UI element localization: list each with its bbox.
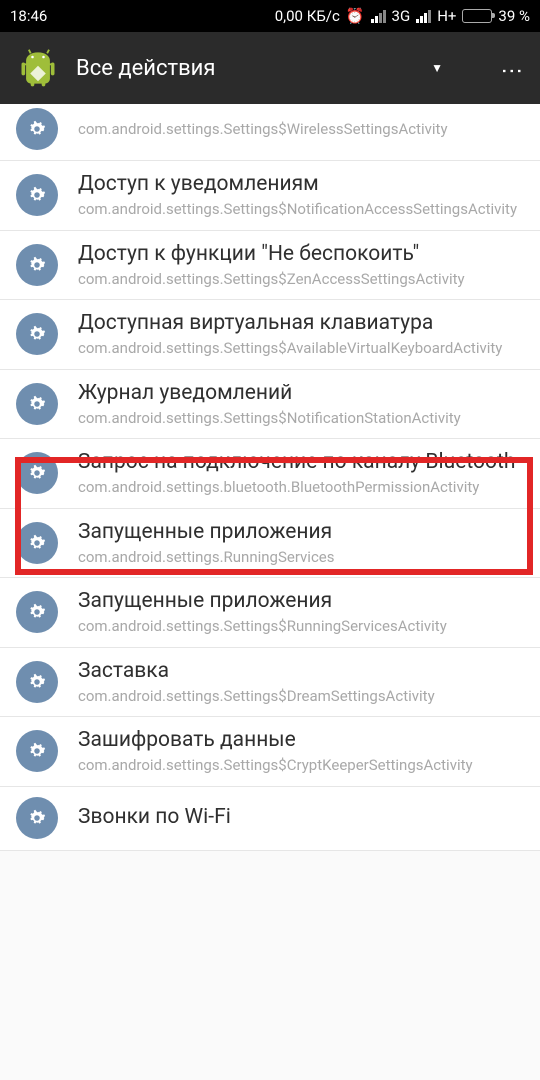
alarm-icon: ⏰ [346, 7, 365, 25]
list-item[interactable]: com.android.settings.Settings$WirelessSe… [0, 104, 540, 161]
item-text: Журнал уведомленийcom.android.settings.S… [78, 380, 524, 429]
signal-icon [416, 9, 431, 23]
list-item[interactable]: Зашифровать данныеcom.android.settings.S… [0, 717, 540, 787]
item-subtitle: com.android.settings.bluetooth.Bluetooth… [78, 477, 524, 497]
item-text: Доступ к функции "Не беспокоить"com.andr… [78, 241, 524, 290]
gear-icon [16, 108, 58, 150]
item-subtitle: com.android.settings.Settings$CryptKeepe… [78, 755, 524, 775]
overflow-menu-icon[interactable]: ⋮ [499, 60, 524, 77]
gear-icon [16, 244, 58, 286]
status-right: 0,00 КБ/с ⏰ 3G H+ 39 % [275, 7, 530, 25]
item-title: Доступная виртуальная клавиатура [78, 310, 524, 336]
gear-icon [16, 174, 58, 216]
list-item[interactable]: Запущенные приложенияcom.android.setting… [0, 509, 540, 579]
item-title: Заставка [78, 658, 524, 684]
item-subtitle: com.android.settings.Settings$WirelessSe… [78, 119, 524, 139]
status-bar: 18:46 0,00 КБ/с ⏰ 3G H+ 39 % [0, 0, 540, 32]
activities-list[interactable]: com.android.settings.Settings$WirelessSe… [0, 104, 540, 851]
item-title: Журнал уведомлений [78, 380, 524, 406]
item-text: Запущенные приложенияcom.android.setting… [78, 588, 524, 637]
dropdown-arrow-icon[interactable]: ▼ [431, 61, 443, 75]
item-title: Зашифровать данные [78, 727, 524, 753]
item-text: Доступная виртуальная клавиатураcom.andr… [78, 310, 524, 359]
item-text: Запрос на подключение по каналу Bluetoot… [78, 449, 524, 498]
list-item[interactable]: Доступная виртуальная клавиатураcom.andr… [0, 300, 540, 370]
list-item[interactable]: Заставкаcom.android.settings.Settings$Dr… [0, 648, 540, 718]
status-time: 18:46 [10, 7, 47, 25]
item-subtitle: com.android.settings.Settings$Notificati… [78, 408, 524, 428]
signal-icon [371, 9, 386, 23]
item-subtitle: com.android.settings.Settings$Notificati… [78, 199, 524, 219]
list-item[interactable]: Звонки по Wi-Fi [0, 787, 540, 851]
list-item[interactable]: Запущенные приложенияcom.android.setting… [0, 578, 540, 648]
list-item[interactable]: Доступ к уведомлениямcom.android.setting… [0, 161, 540, 231]
item-text: Зашифровать данныеcom.android.settings.S… [78, 727, 524, 776]
battery-level: 39 % [498, 7, 530, 25]
item-text: Звонки по Wi-Fi [78, 804, 524, 832]
gear-icon [16, 591, 58, 633]
item-subtitle: com.android.settings.Settings$ZenAccessS… [78, 269, 524, 289]
app-title-dropdown[interactable]: Все действия [76, 56, 415, 81]
gear-icon [16, 661, 58, 703]
list-item[interactable]: Журнал уведомленийcom.android.settings.S… [0, 370, 540, 440]
gear-icon [16, 730, 58, 772]
item-subtitle: com.android.settings.Settings$RunningSer… [78, 616, 524, 636]
gear-icon [16, 522, 58, 564]
android-robot-icon [16, 46, 60, 90]
item-text: com.android.settings.Settings$WirelessSe… [78, 119, 524, 139]
item-subtitle: com.android.settings.RunningServices [78, 547, 524, 567]
item-title: Запущенные приложения [78, 588, 524, 614]
item-subtitle: com.android.settings.Settings$AvailableV… [78, 338, 524, 358]
battery-icon [462, 9, 492, 23]
network-2: H+ [437, 7, 456, 25]
item-title: Запущенные приложения [78, 519, 524, 545]
item-text: Запущенные приложенияcom.android.setting… [78, 519, 524, 568]
app-bar: Все действия ▼ ⋮ [0, 32, 540, 104]
item-text: Заставкаcom.android.settings.Settings$Dr… [78, 658, 524, 707]
item-text: Доступ к уведомлениямcom.android.setting… [78, 171, 524, 220]
item-title: Доступ к уведомлениям [78, 171, 524, 197]
data-rate: 0,00 КБ/с [275, 7, 340, 25]
item-subtitle: com.android.settings.Settings$DreamSetti… [78, 686, 524, 706]
gear-icon [16, 383, 58, 425]
network-1: 3G [392, 7, 411, 25]
gear-icon [16, 313, 58, 355]
item-title: Звонки по Wi-Fi [78, 804, 524, 830]
list-item[interactable]: Запрос на подключение по каналу Bluetoot… [0, 439, 540, 509]
gear-icon [16, 797, 58, 839]
item-title: Запрос на подключение по каналу Bluetoot… [78, 449, 524, 475]
item-title: Доступ к функции "Не беспокоить" [78, 241, 524, 267]
gear-icon [16, 452, 58, 494]
list-item[interactable]: Доступ к функции "Не беспокоить"com.andr… [0, 231, 540, 301]
